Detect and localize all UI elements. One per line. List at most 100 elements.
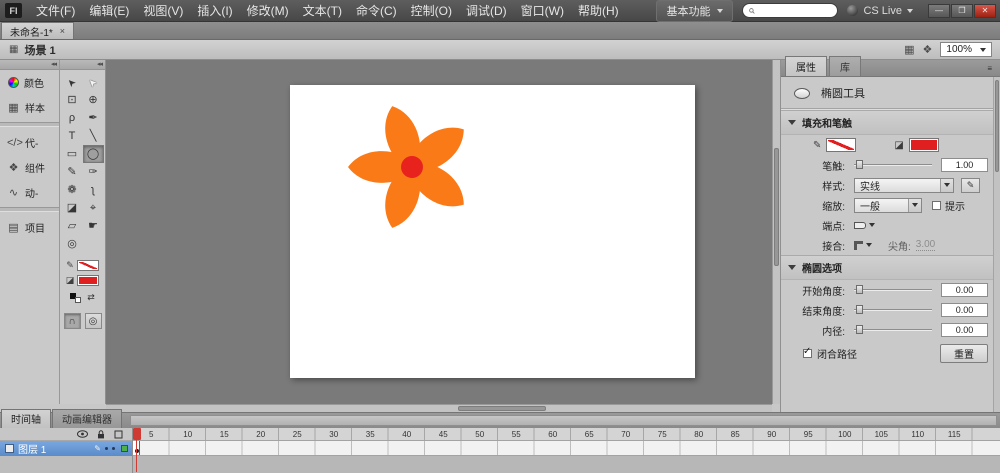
stroke-style-dropdown[interactable]: 实线: [854, 177, 954, 193]
section-oval-options[interactable]: 椭圆选项: [781, 255, 1000, 280]
3d-rotation-tool[interactable]: ⊕: [83, 91, 104, 109]
menu-item-control[interactable]: 控制(O): [404, 0, 459, 21]
horizontal-scroll-thumb[interactable]: [458, 406, 546, 411]
lock-layers-icon[interactable]: [97, 429, 105, 439]
workspace-switcher[interactable]: 基本功能: [656, 0, 734, 22]
restore-button[interactable]: ❐: [951, 3, 973, 18]
rectangle-tool[interactable]: ▭: [62, 145, 83, 163]
menu-item-debug[interactable]: 调试(D): [459, 0, 514, 21]
search-input[interactable]: [759, 5, 832, 16]
slider-thumb[interactable]: [856, 325, 863, 334]
timeline-drag-bar[interactable]: [130, 415, 997, 426]
slider-thumb[interactable]: [856, 305, 863, 314]
stroke-scale-dropdown[interactable]: 一般: [854, 197, 922, 213]
layer-name[interactable]: 图层 1: [18, 441, 90, 456]
outline-layers-icon[interactable]: [114, 430, 123, 439]
inner-radius-value[interactable]: 0.00: [941, 323, 988, 337]
eraser-tool[interactable]: ▱: [62, 217, 83, 235]
swap-colors-icon[interactable]: ⇄: [87, 292, 95, 303]
properties-scrollbar[interactable]: [993, 77, 1000, 412]
end-angle-slider[interactable]: [854, 305, 932, 314]
tab-library[interactable]: 库: [829, 56, 861, 76]
zoom-level-dropdown[interactable]: 100%: [940, 42, 992, 57]
menu-item-edit[interactable]: 编辑(E): [82, 0, 136, 21]
reset-button[interactable]: 重置: [940, 343, 988, 363]
pasteboard[interactable]: [106, 60, 772, 404]
free-transform-tool[interactable]: ⊡: [62, 91, 83, 109]
stage[interactable]: [290, 85, 695, 378]
stroke-color-swatch[interactable]: [76, 260, 99, 271]
line-tool[interactable]: ╲: [83, 127, 104, 145]
layer-row[interactable]: 图层 1 ✎: [0, 441, 132, 456]
panel-button-components[interactable]: ❖ 组件: [0, 155, 59, 180]
lasso-tool[interactable]: ρ: [62, 109, 83, 127]
layer-lock-dot[interactable]: [112, 447, 115, 450]
menu-item-modify[interactable]: 修改(M): [240, 0, 296, 21]
panel-menu-icon[interactable]: ≡: [987, 64, 1000, 76]
menu-item-file[interactable]: 文件(F): [29, 0, 82, 21]
join-style-icon[interactable]: [854, 240, 863, 250]
flower-shape[interactable]: [342, 97, 482, 237]
menu-item-help[interactable]: 帮助(H): [571, 0, 626, 21]
snap-to-objects-button[interactable]: ∩: [63, 313, 81, 329]
panel-button-swatches[interactable]: ▦ 样本: [0, 95, 59, 120]
edit-stroke-style-button[interactable]: ✎: [961, 177, 980, 193]
stroke-color-swatch[interactable]: [826, 138, 857, 152]
close-path-checkbox[interactable]: [803, 346, 812, 358]
hand-tool[interactable]: ☛: [83, 217, 104, 235]
menu-item-window[interactable]: 窗口(W): [514, 0, 571, 21]
minimize-button[interactable]: —: [928, 3, 950, 18]
properties-scroll-thumb[interactable]: [995, 80, 999, 172]
fill-color-control[interactable]: ◪: [66, 275, 100, 286]
tab-timeline[interactable]: 时间轴: [1, 409, 51, 428]
object-drawing-button[interactable]: ◎: [84, 313, 102, 329]
start-angle-slider[interactable]: [854, 285, 932, 294]
cs-live-button[interactable]: CS Live: [847, 5, 913, 17]
brush-tool[interactable]: ✑: [83, 163, 104, 181]
show-hide-layers-icon[interactable]: [77, 430, 88, 438]
deco-tool[interactable]: ❁: [62, 181, 83, 199]
slider-thumb[interactable]: [856, 160, 863, 169]
miter-value[interactable]: 3.00: [915, 239, 936, 251]
stroke-value[interactable]: 1.00: [941, 158, 988, 172]
menu-item-commands[interactable]: 命令(C): [349, 0, 404, 21]
panel-button-motion-presets[interactable]: ∿ 动-: [0, 180, 59, 205]
stroke-color-control[interactable]: ✎: [66, 260, 99, 271]
cap-style-icon[interactable]: [854, 221, 866, 229]
subselection-tool[interactable]: ➤: [83, 73, 104, 91]
selection-tool[interactable]: ➤: [62, 73, 83, 91]
edit-symbol-icon[interactable]: ❖: [923, 43, 933, 56]
tab-motion-editor[interactable]: 动画编辑器: [52, 409, 122, 428]
layer-visibility-dot[interactable]: [105, 447, 108, 450]
pencil-tool[interactable]: ✎: [62, 163, 83, 181]
bone-tool[interactable]: ʅ: [83, 181, 104, 199]
tab-close-icon[interactable]: ×: [60, 26, 65, 36]
chevron-down-icon[interactable]: [866, 243, 872, 250]
vertical-scroll-thumb[interactable]: [774, 148, 779, 266]
close-button[interactable]: ✕: [974, 3, 996, 18]
text-tool[interactable]: T: [62, 127, 83, 145]
search-box[interactable]: [742, 3, 839, 18]
paint-bucket-tool[interactable]: ◪: [62, 199, 83, 217]
inner-radius-slider[interactable]: [854, 325, 932, 334]
black-white-icon[interactable]: [70, 292, 82, 303]
panel-button-project[interactable]: ▤ 项目: [0, 215, 59, 240]
fill-color-swatch[interactable]: [77, 275, 100, 286]
end-angle-value[interactable]: 0.00: [941, 303, 988, 317]
menu-item-insert[interactable]: 插入(I): [190, 0, 239, 21]
tab-properties[interactable]: 属性: [785, 56, 827, 76]
layer-outline-color-swatch[interactable]: [121, 445, 128, 452]
section-fill-and-stroke[interactable]: 填充和笔触: [781, 110, 1000, 135]
dock-header[interactable]: ◂◂: [0, 60, 59, 70]
edit-scene-icon[interactable]: ▦: [904, 43, 914, 56]
pen-tool[interactable]: ✒: [83, 109, 104, 127]
panel-button-code-snippets[interactable]: </> 代-: [0, 130, 59, 155]
menu-item-view[interactable]: 视图(V): [136, 0, 190, 21]
slider-thumb[interactable]: [856, 285, 863, 294]
oval-tool[interactable]: ◯: [82, 145, 104, 163]
playhead-marker[interactable]: [133, 428, 141, 440]
timeline-ruler[interactable]: 5 10 15 20 25 30 35 40 45 50 55 60 65 70…: [133, 428, 1000, 441]
chevron-down-icon[interactable]: [869, 223, 875, 230]
menu-item-text[interactable]: 文本(T): [296, 0, 349, 21]
stroke-slider[interactable]: [854, 160, 932, 169]
